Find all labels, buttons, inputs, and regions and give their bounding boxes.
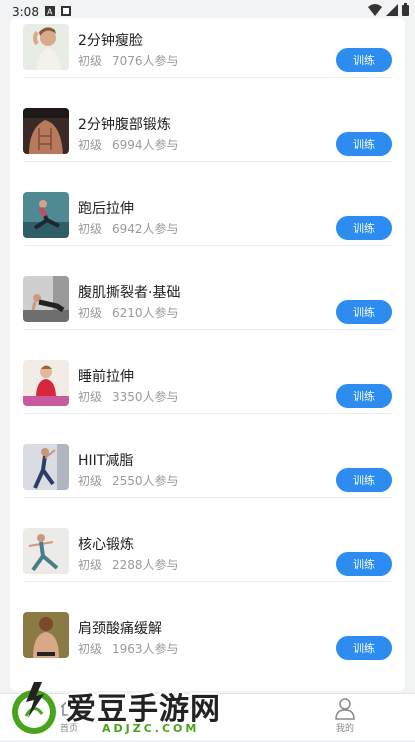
course-title: 腹肌撕裂者·基础 (78, 285, 181, 301)
course-thumbnail (23, 360, 69, 406)
course-thumbnail (23, 192, 69, 238)
course-participants: 6994人参与 (112, 138, 179, 152)
course-thumbnail (23, 108, 69, 154)
status-time: 3:08 (12, 5, 39, 19)
list-item[interactable]: HIIT减脂 初级 2550人参与 训练 (10, 414, 405, 498)
course-participants: 1963人参与 (112, 642, 179, 656)
train-button[interactable]: 训练 (336, 384, 392, 408)
course-thumbnail (23, 276, 69, 322)
list-item[interactable]: 睡前拉伸 初级 3350人参与 训练 (10, 330, 405, 414)
notification-a-icon: A (44, 5, 55, 19)
course-title: 核心锻炼 (78, 537, 134, 553)
person-icon (335, 698, 355, 723)
course-meta: 初级 6210人参与 (78, 304, 179, 321)
course-participants: 7076人参与 (112, 54, 179, 68)
train-button[interactable]: 训练 (336, 48, 392, 72)
course-level: 初级 (78, 558, 103, 572)
course-thumbnail (23, 444, 69, 490)
watermark-logo-icon (6, 680, 64, 742)
course-level: 初级 (78, 306, 103, 320)
course-title: 睡前拉伸 (78, 369, 134, 385)
notification-square-icon (60, 5, 71, 19)
course-participants: 6210人参与 (112, 306, 179, 320)
course-title: 2分钟腹部锻炼 (78, 117, 171, 133)
course-title: HIIT减脂 (78, 453, 134, 469)
train-button[interactable]: 训练 (336, 552, 392, 576)
course-thumbnail (23, 612, 69, 658)
list-item[interactable]: 2分钟瘦脸 初级 7076人参与 训练 (10, 18, 405, 78)
course-level: 初级 (78, 642, 103, 656)
course-meta: 初级 3350人参与 (78, 388, 179, 405)
course-meta: 初级 1963人参与 (78, 640, 179, 657)
course-meta: 初级 6942人参与 (78, 220, 179, 237)
course-title: 跑后拉伸 (78, 201, 134, 217)
course-level: 初级 (78, 390, 103, 404)
list-item[interactable]: 跑后拉伸 初级 6942人参与 训练 (10, 162, 405, 246)
watermark-url: ADJZC.COM (102, 722, 200, 735)
train-button[interactable]: 训练 (336, 468, 392, 492)
course-title: 肩颈酸痛缓解 (78, 621, 162, 637)
list-item[interactable]: 核心锻炼 初级 2288人参与 训练 (10, 498, 405, 582)
course-meta: 初级 6994人参与 (78, 136, 179, 153)
course-meta: 初级 7076人参与 (78, 52, 179, 69)
wifi-icon (368, 3, 382, 19)
watermark: 爱豆手游网 ADJZC.COM (6, 680, 256, 738)
list-item[interactable]: 2分钟腹部锻炼 初级 6994人参与 训练 (10, 78, 405, 162)
train-button[interactable]: 训练 (336, 636, 392, 660)
course-participants: 3350人参与 (112, 390, 179, 404)
svg-text:A: A (47, 8, 53, 17)
course-participants: 6942人参与 (112, 222, 179, 236)
course-meta: 初级 2288人参与 (78, 556, 179, 573)
course-participants: 2288人参与 (112, 558, 179, 572)
course-level: 初级 (78, 474, 103, 488)
train-button[interactable]: 训练 (336, 132, 392, 156)
train-button[interactable]: 训练 (336, 300, 392, 324)
battery-icon (402, 3, 409, 19)
signal-icon (386, 3, 398, 19)
course-level: 初级 (78, 222, 103, 236)
course-participants: 2550人参与 (112, 474, 179, 488)
course-meta: 初级 2550人参与 (78, 472, 179, 489)
course-thumbnail (23, 528, 69, 574)
course-list: 2分钟瘦脸 初级 7076人参与 训练 2分钟腹部锻炼 初级 6994人参与 训… (10, 18, 405, 691)
course-title: 2分钟瘦脸 (78, 33, 143, 49)
tab-me[interactable]: 我的 (305, 694, 385, 740)
list-item[interactable]: 肩颈酸痛缓解 初级 1963人参与 训练 (10, 582, 405, 666)
course-level: 初级 (78, 54, 103, 68)
list-item[interactable]: 腹肌撕裂者·基础 初级 6210人参与 训练 (10, 246, 405, 330)
status-icons (368, 3, 409, 19)
course-level: 初级 (78, 138, 103, 152)
course-thumbnail (23, 24, 69, 70)
train-button[interactable]: 训练 (336, 216, 392, 240)
